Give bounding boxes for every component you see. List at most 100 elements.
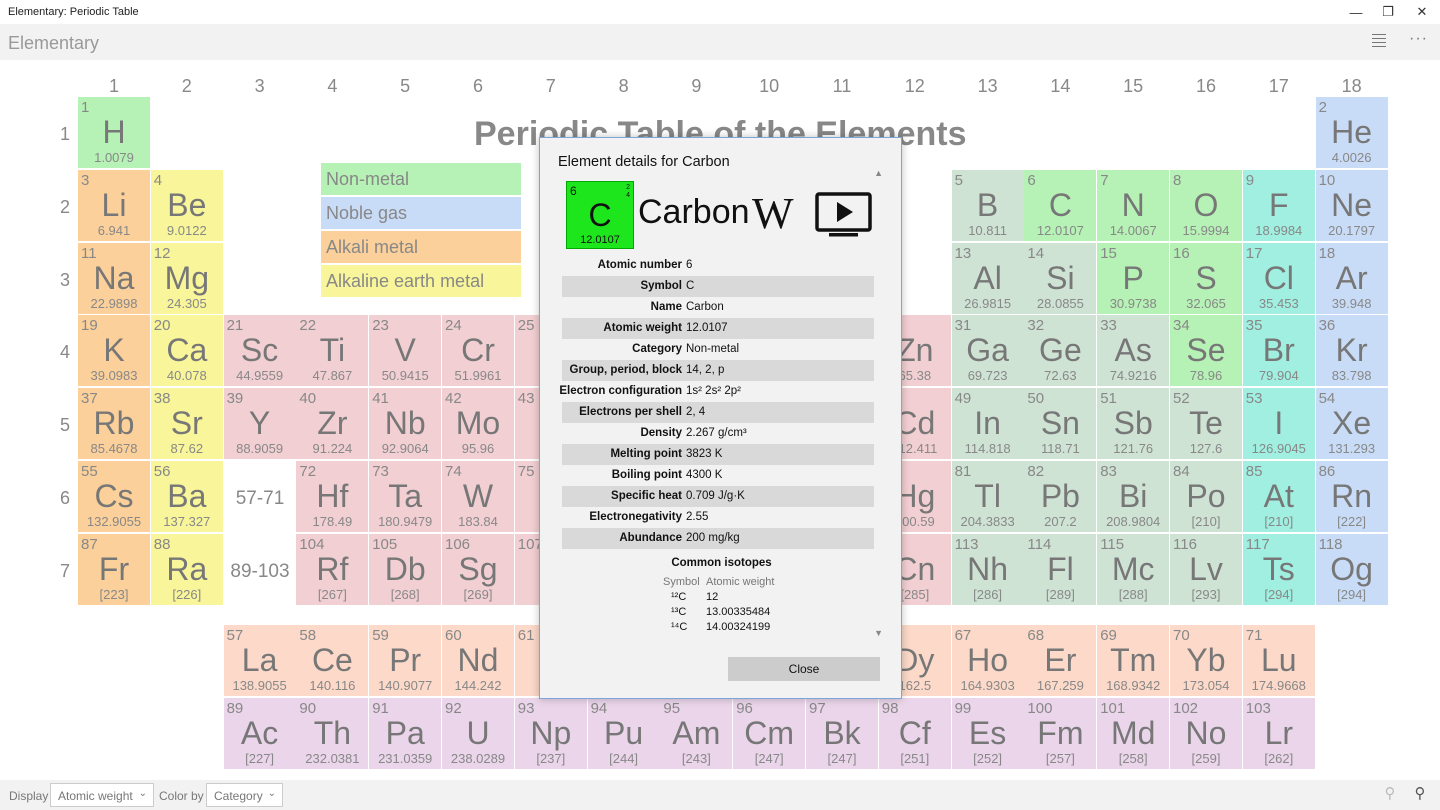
element-cell[interactable]: 8 O 15.9994 [1170, 169, 1242, 241]
element-cell[interactable]: 35 Br 79.904 [1242, 315, 1315, 387]
element-cell[interactable]: 88 Ra [226] [150, 533, 223, 605]
element-cell[interactable]: 50 Sn 118.71 [1024, 388, 1097, 460]
element-cell[interactable]: 96 Cm [247] [733, 697, 806, 769]
element-cell[interactable]: 38 Sr 87.62 [150, 388, 223, 460]
list-view-icon[interactable] [1372, 34, 1386, 48]
element-cell[interactable]: 49 In 114.818 [951, 388, 1024, 460]
maximize-button[interactable]: ❐ [1372, 0, 1404, 24]
element-cell[interactable]: 102 No [259] [1170, 697, 1242, 769]
element-cell[interactable]: 91 Pa 231.0359 [369, 697, 442, 769]
element-cell[interactable]: 59 Pr 140.9077 [369, 624, 442, 696]
element-cell[interactable]: 103 Lr [262] [1242, 697, 1315, 769]
scroll-up-icon[interactable]: ▲ [874, 168, 883, 178]
element-cell[interactable]: 72 Hf 178.49 [296, 461, 369, 532]
element-cell[interactable]: 37 Rb 85.4678 [78, 388, 150, 460]
element-cell[interactable]: 115 Mc [288] [1097, 533, 1170, 605]
element-cell[interactable]: 33 As 74.9216 [1097, 315, 1170, 387]
close-window-button[interactable]: ✕ [1406, 0, 1438, 24]
element-cell[interactable]: 58 Ce 140.116 [296, 624, 369, 696]
element-cell[interactable]: 42 Mo 95.96 [442, 388, 514, 460]
element-cell[interactable]: 34 Se 78.96 [1170, 315, 1242, 387]
wikipedia-icon[interactable]: W [752, 188, 794, 239]
colorby-dropdown[interactable]: Category ⌄ [206, 783, 283, 807]
element-cell[interactable]: 114 Fl [289] [1024, 533, 1097, 605]
element-cell[interactable]: 31 Ga 69.723 [951, 315, 1024, 387]
element-cell[interactable]: 90 Th 232.0381 [296, 697, 369, 769]
element-cell[interactable]: 39 Y 88.9059 [223, 388, 296, 460]
element-cell[interactable]: 98 Cf [251] [878, 697, 951, 769]
element-cell[interactable]: 100 Fm [257] [1024, 697, 1097, 769]
element-cell[interactable]: 9 F 18.9984 [1242, 169, 1315, 241]
element-cell[interactable]: 24 Cr 51.9961 [442, 315, 514, 387]
element-cell[interactable]: 70 Yb 173.054 [1170, 624, 1242, 696]
close-button[interactable]: Close [728, 657, 880, 681]
element-cell[interactable]: 117 Ts [294] [1242, 533, 1315, 605]
element-cell[interactable]: 11 Na 22.9898 [78, 242, 150, 314]
element-cell[interactable]: 14 Si 28.0855 [1024, 242, 1097, 314]
element-cell[interactable]: 82 Pb 207.2 [1024, 461, 1097, 532]
element-cell[interactable]: 73 Ta 180.9479 [369, 461, 442, 532]
element-cell[interactable]: 101 Md [258] [1097, 697, 1170, 769]
element-cell[interactable]: 95 Am [243] [660, 697, 733, 769]
element-cell[interactable]: 92 U 238.0289 [442, 697, 514, 769]
element-cell[interactable]: 36 Kr 83.798 [1315, 315, 1388, 387]
element-cell[interactable]: 116 Lv [293] [1170, 533, 1242, 605]
zoom-in-icon[interactable]: ⚲ [1408, 784, 1432, 806]
element-cell[interactable]: 93 Np [237] [514, 697, 587, 769]
element-cell[interactable]: 56 Ba 137.327 [150, 461, 223, 532]
element-cell[interactable]: 71 Lu 174.9668 [1242, 624, 1315, 696]
element-cell[interactable]: 68 Er 167.259 [1024, 624, 1097, 696]
element-cell[interactable]: 5 B 10.811 [951, 169, 1024, 241]
element-cell[interactable]: 23 V 50.9415 [369, 315, 442, 387]
element-cell[interactable]: 57 La 138.9055 [223, 624, 296, 696]
element-cell[interactable]: 16 S 32.065 [1170, 242, 1242, 314]
display-dropdown[interactable]: Atomic weight ⌄ [50, 783, 154, 807]
element-cell[interactable]: 105 Db [268] [369, 533, 442, 605]
element-cell[interactable]: 19 K 39.0983 [78, 315, 150, 387]
element-cell[interactable]: 4 Be 9.0122 [150, 169, 223, 241]
element-cell[interactable]: 53 I 126.9045 [1242, 388, 1315, 460]
scroll-down-icon[interactable]: ▼ [874, 628, 883, 638]
element-cell[interactable]: 69 Tm 168.9342 [1097, 624, 1170, 696]
element-cell[interactable]: 13 Al 26.9815 [951, 242, 1024, 314]
element-cell[interactable]: 1 H 1.0079 [78, 97, 150, 168]
element-cell[interactable]: 118 Og [294] [1315, 533, 1388, 605]
element-cell[interactable]: 7 N 14.0067 [1097, 169, 1170, 241]
element-cell[interactable]: 94 Pu [244] [587, 697, 660, 769]
element-cell[interactable]: 20 Ca 40.078 [150, 315, 223, 387]
element-cell[interactable]: 18 Ar 39.948 [1315, 242, 1388, 314]
element-cell[interactable]: 17 Cl 35.453 [1242, 242, 1315, 314]
element-cell[interactable]: 32 Ge 72.63 [1024, 315, 1097, 387]
element-cell[interactable]: 84 Po [210] [1170, 461, 1242, 532]
element-cell[interactable]: 83 Bi 208.9804 [1097, 461, 1170, 532]
element-cell[interactable]: 81 Tl 204.3833 [951, 461, 1024, 532]
element-cell[interactable]: 40 Zr 91.224 [296, 388, 369, 460]
element-cell[interactable]: 41 Nb 92.9064 [369, 388, 442, 460]
element-cell[interactable]: 74 W 183.84 [442, 461, 514, 532]
element-cell[interactable]: 86 Rn [222] [1315, 461, 1388, 532]
element-cell[interactable]: 97 Bk [247] [806, 697, 878, 769]
element-cell[interactable]: 52 Te 127.6 [1170, 388, 1242, 460]
element-cell[interactable]: 54 Xe 131.293 [1315, 388, 1388, 460]
element-cell[interactable]: 15 P 30.9738 [1097, 242, 1170, 314]
element-cell[interactable]: 87 Fr [223] [78, 533, 150, 605]
element-cell[interactable]: 3 Li 6.941 [78, 169, 150, 241]
element-cell[interactable]: 6 C 12.0107 [1024, 169, 1097, 241]
element-cell[interactable]: 99 Es [252] [951, 697, 1024, 769]
element-cell[interactable]: 104 Rf [267] [296, 533, 369, 605]
element-cell[interactable]: 113 Nh [286] [951, 533, 1024, 605]
zoom-out-icon[interactable]: ⚲ [1378, 784, 1402, 806]
element-cell[interactable]: 85 At [210] [1242, 461, 1315, 532]
element-cell[interactable]: 67 Ho 164.9303 [951, 624, 1024, 696]
element-cell[interactable]: 10 Ne 20.1797 [1315, 169, 1388, 241]
element-cell[interactable]: 55 Cs 132.9055 [78, 461, 150, 532]
element-cell[interactable]: 22 Ti 47.867 [296, 315, 369, 387]
element-cell[interactable]: 2 He 4.0026 [1315, 97, 1388, 168]
video-icon[interactable] [815, 192, 872, 238]
element-cell[interactable]: 89 Ac [227] [223, 697, 296, 769]
element-cell[interactable]: 106 Sg [269] [442, 533, 514, 605]
element-cell[interactable]: 51 Sb 121.76 [1097, 388, 1170, 460]
minimize-button[interactable]: — [1340, 0, 1372, 24]
element-cell[interactable]: 21 Sc 44.9559 [223, 315, 296, 387]
more-options-icon[interactable]: ··· [1409, 30, 1428, 48]
